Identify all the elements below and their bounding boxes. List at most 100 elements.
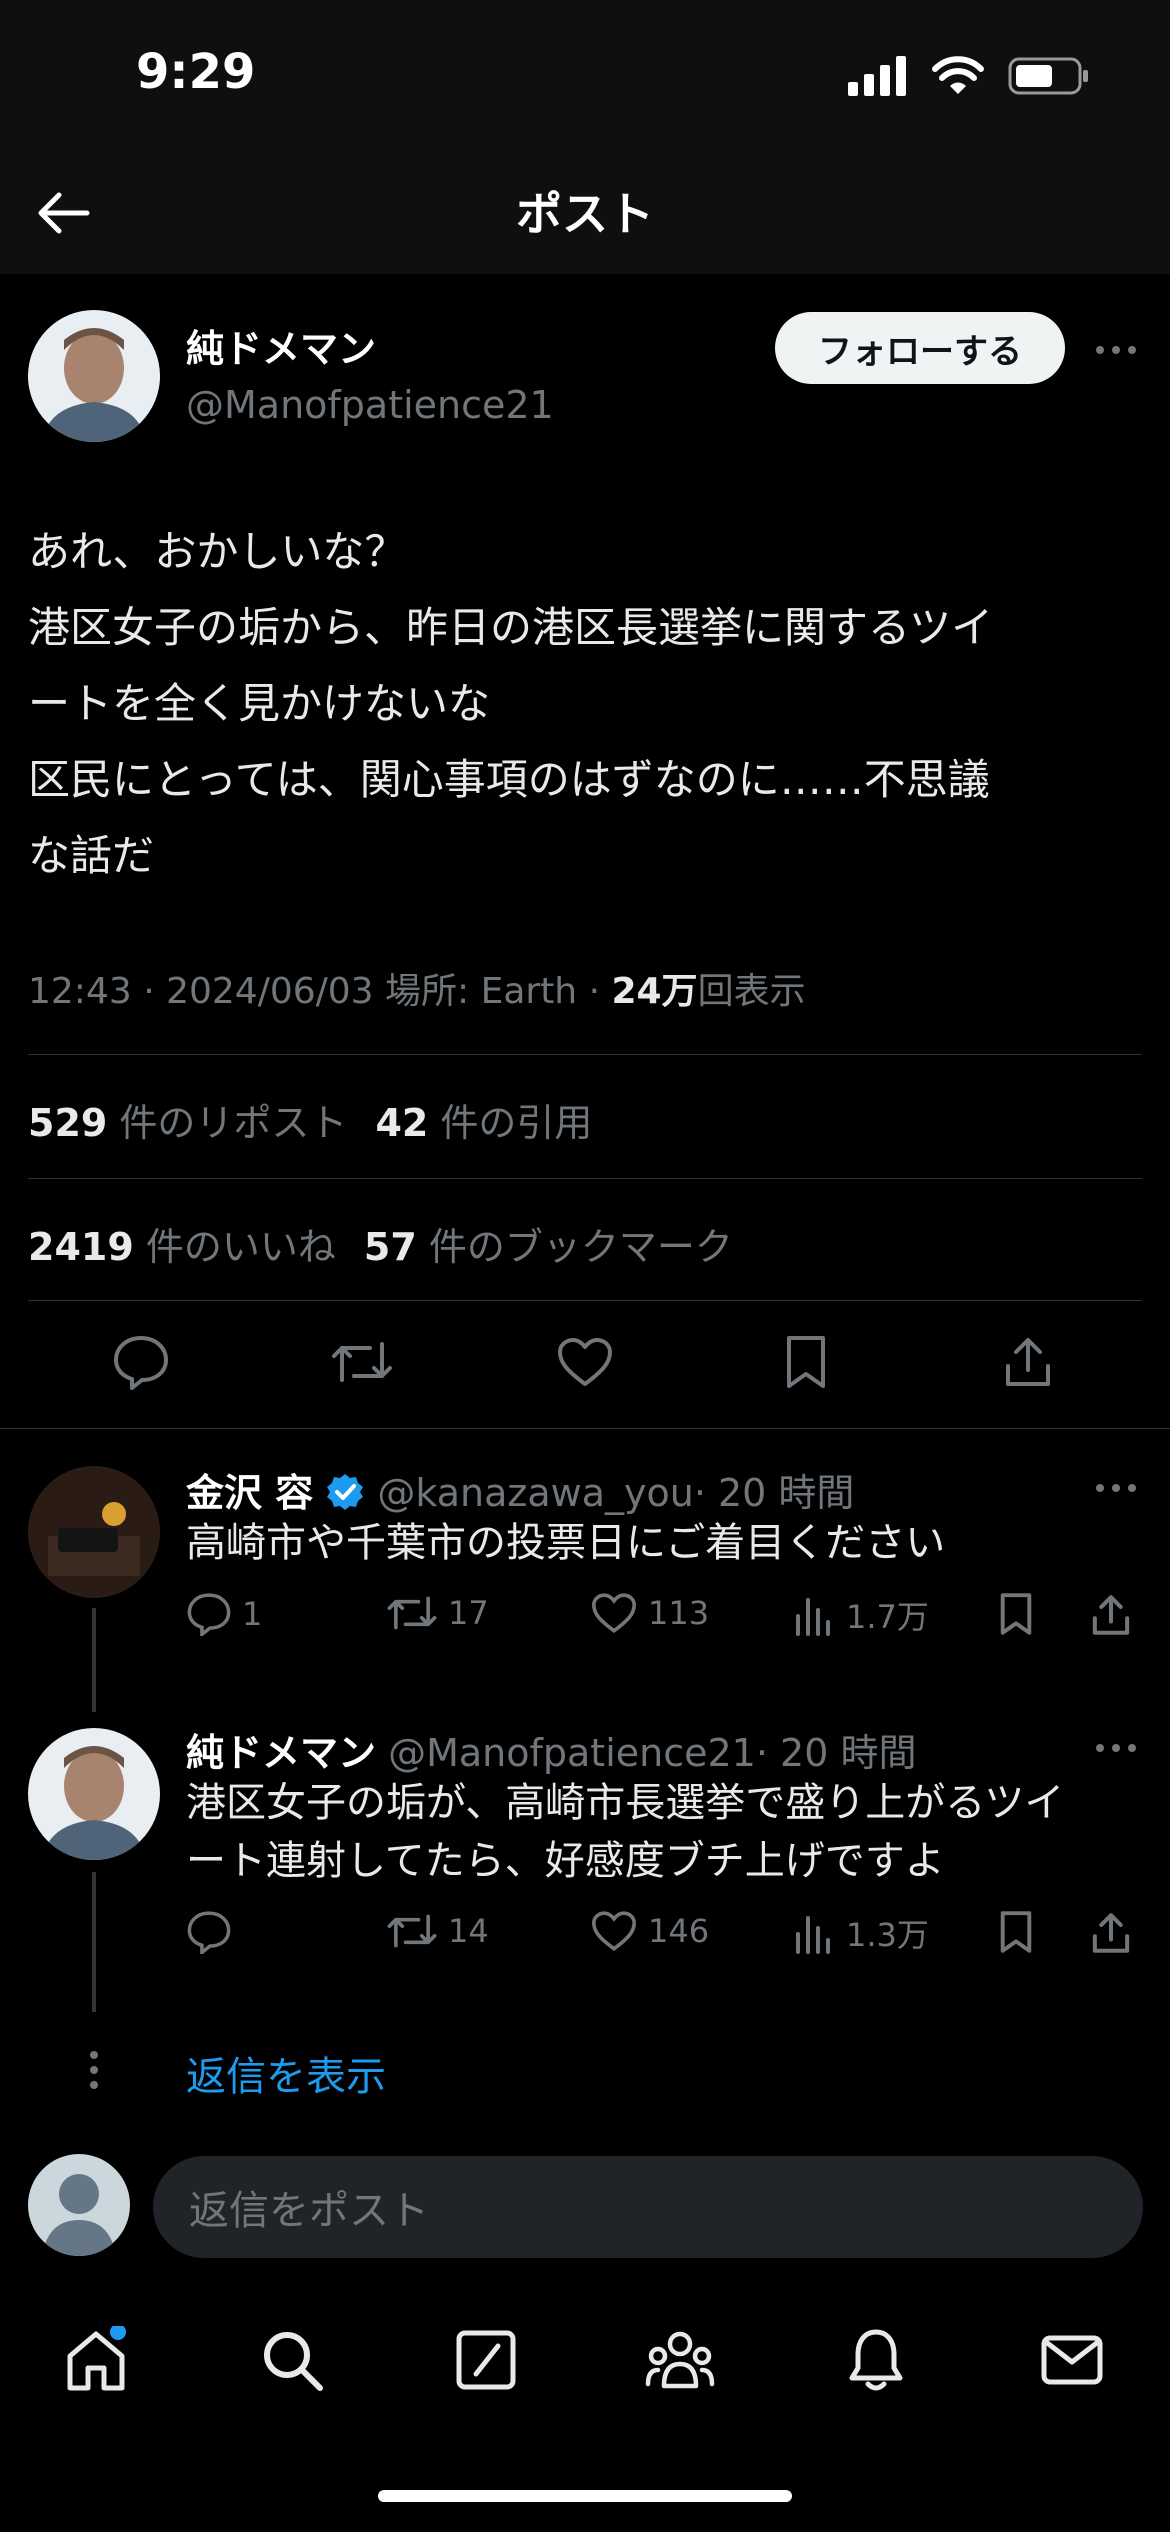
divider — [0, 1428, 1170, 1429]
reposts-link[interactable]: 529 件のリポスト — [28, 1101, 347, 1145]
reply-text: 港区女子の垢が、高崎市長選挙で盛り上がるツイ ート連射してたら、好感度ブチ上げで… — [186, 1774, 1126, 1890]
tab-search[interactable] — [252, 2320, 332, 2400]
search-icon — [264, 2332, 323, 2391]
verified-icon — [327, 1474, 364, 1510]
quotes-link[interactable]: 42 件の引用 — [375, 1101, 592, 1145]
reply-avatar[interactable] — [28, 1466, 160, 1598]
author-avatar[interactable] — [28, 310, 160, 442]
page-title: ポスト — [516, 187, 654, 241]
repost-icon — [387, 1914, 437, 1948]
bookmarks-link[interactable]: 57 件のブックマーク — [364, 1225, 733, 1269]
compose-icon — [456, 2330, 516, 2390]
communities-icon — [645, 2331, 715, 2389]
show-replies-link[interactable]: 返信を表示 — [186, 2044, 386, 2102]
avatar-photo — [28, 1466, 160, 1598]
more-icon[interactable] — [1096, 1744, 1136, 1752]
like-count: 113 — [648, 1594, 710, 1632]
tab-messages[interactable] — [1032, 2320, 1112, 2400]
thread-line — [92, 1872, 96, 2012]
tab-notifications[interactable] — [836, 2320, 916, 2400]
views-icon — [796, 1598, 830, 1636]
reply-author-name[interactable]: 金沢 容 — [186, 1471, 313, 1515]
view-count: 1.7万 — [846, 1598, 929, 1636]
like-button[interactable]: 113 — [590, 1592, 709, 1634]
reply-author-name[interactable]: 純ドメマン — [186, 1731, 376, 1775]
bookmark-icon — [1000, 1593, 1032, 1635]
share-button[interactable] — [1090, 1592, 1132, 1638]
notifications-icon — [849, 2329, 903, 2391]
bookmark-button[interactable] — [998, 1910, 1034, 1954]
reply-input[interactable]: 返信をポスト — [153, 2156, 1143, 2258]
divider — [28, 1178, 1142, 1179]
reply-author-handle[interactable]: @Manofpatience21 — [388, 1731, 756, 1775]
repost-quote-stats: 529 件のリポスト 42 件の引用 — [28, 1092, 592, 1147]
views-button[interactable]: 1.3万 — [794, 1910, 929, 1956]
like-icon — [558, 1338, 612, 1386]
reply-composer: 返信をポスト — [0, 2130, 1170, 2270]
post-text-line: 区民にとっては、関心事項のはずなのに……不思議 — [28, 755, 990, 804]
more-icon[interactable] — [1096, 1484, 1136, 1492]
bookmark-button[interactable] — [774, 1330, 838, 1394]
reply-text-line: ート連射してたら、好感度ブチ上げですよ — [186, 1838, 945, 1884]
views-button[interactable]: 1.7万 — [794, 1592, 929, 1638]
repost-count: 14 — [448, 1912, 489, 1950]
reply-time: · 20 時間 — [755, 1731, 917, 1775]
follow-button[interactable]: フォローする — [775, 312, 1065, 384]
reply-action-bar: 1 17 113 1.7万 — [186, 1592, 1146, 1652]
like-icon — [591, 1911, 637, 1952]
post-text-line: ートを全く見かけないな — [28, 679, 491, 728]
views-label: 回表示 — [697, 971, 806, 1012]
author-handle[interactable]: @Manofpatience21 — [186, 383, 554, 427]
post-author[interactable]: 純ドメマン @Manofpatience21 — [186, 318, 554, 427]
post-text-line: あれ、おかしいな？ — [28, 527, 407, 576]
post-timestamp-location: 12:43 · 2024/06/03 場所: Earth · — [28, 971, 612, 1012]
repost-count: 17 — [448, 1594, 489, 1632]
quotes-label: 件の引用 — [440, 1101, 593, 1145]
post-action-bar — [0, 1330, 1170, 1400]
reply-avatar[interactable] — [28, 1728, 160, 1860]
more-icon[interactable] — [1096, 346, 1136, 354]
tab-home[interactable] — [56, 2320, 136, 2400]
like-button[interactable] — [553, 1330, 617, 1394]
repost-button[interactable] — [330, 1330, 394, 1394]
tab-compose[interactable] — [446, 2320, 526, 2400]
reply-button[interactable] — [186, 1910, 242, 1954]
thread-continuation-dots-icon — [90, 2051, 98, 2089]
reply-action-bar: 14 146 1.3万 — [186, 1910, 1146, 1970]
messages-icon — [1041, 2335, 1103, 2385]
bottom-tab-bar — [0, 2290, 1170, 2420]
view-count: 1.3万 — [846, 1916, 929, 1954]
reply-icon — [187, 1593, 231, 1636]
share-icon — [1092, 1913, 1130, 1953]
reposts-count: 529 — [28, 1101, 108, 1145]
divider — [28, 1054, 1142, 1055]
bookmarks-label: 件のブックマーク — [428, 1225, 733, 1269]
repost-button[interactable]: 17 — [386, 1592, 489, 1634]
repost-icon — [387, 1596, 437, 1630]
reply-header: 純ドメマン @Manofpatience21· 20 時間 — [186, 1722, 916, 1777]
views-count: 24万 — [611, 971, 698, 1012]
bookmark-button[interactable] — [998, 1592, 1034, 1636]
bookmarks-count: 57 — [363, 1225, 417, 1269]
reply-author-handle[interactable]: @kanazawa_you — [377, 1471, 693, 1515]
likes-link[interactable]: 2419 件のいいね — [28, 1225, 336, 1269]
share-button[interactable] — [1090, 1910, 1132, 1956]
battery-icon — [1008, 57, 1088, 95]
like-count: 146 — [648, 1912, 710, 1950]
reply-text: 高崎市や千葉市の投票日にご着目ください — [186, 1520, 946, 1566]
reply-header: 金沢 容 @kanazawa_you· 20 時間 — [186, 1462, 854, 1517]
share-icon — [1092, 1595, 1130, 1635]
author-name[interactable]: 純ドメマン — [186, 318, 554, 373]
thread-line — [92, 1608, 96, 1712]
bookmark-icon — [787, 1336, 825, 1388]
wifi-icon — [932, 56, 984, 94]
repost-button[interactable]: 14 — [386, 1910, 489, 1952]
tab-communities[interactable] — [640, 2320, 720, 2400]
avatar-photo — [28, 310, 160, 442]
share-button[interactable] — [996, 1330, 1060, 1394]
current-user-avatar[interactable] — [28, 2154, 130, 2256]
reply-button[interactable] — [109, 1330, 173, 1394]
like-bookmark-stats: 2419 件のいいね 57 件のブックマーク — [28, 1216, 733, 1271]
like-button[interactable]: 146 — [590, 1910, 709, 1952]
reply-button[interactable]: 1 — [186, 1592, 262, 1636]
